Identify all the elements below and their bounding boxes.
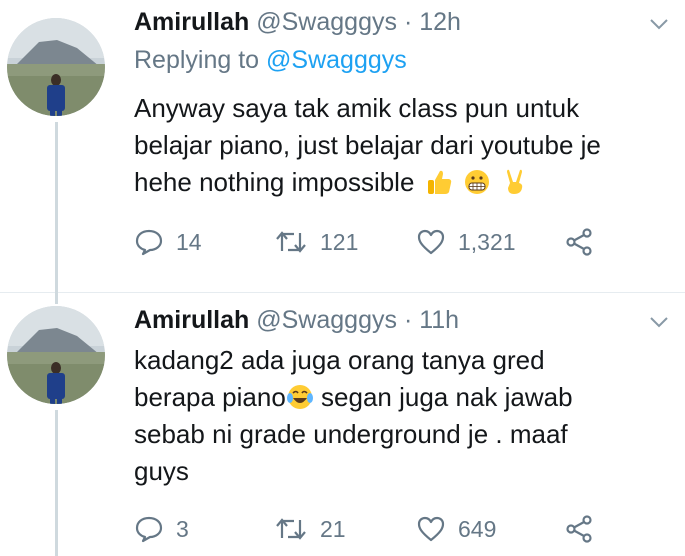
text-line: belajar piano, just belajar dari youtube… <box>134 130 601 160</box>
tweet-actions: 14 121 1,321 <box>134 227 604 257</box>
retweet-icon <box>276 231 306 253</box>
like-icon <box>417 229 445 255</box>
handle[interactable]: @Swagggys <box>256 8 397 36</box>
victory-hand-emoji <box>507 169 523 194</box>
separator-dot: · <box>403 8 413 36</box>
display-name[interactable]: Amirullah <box>134 306 249 334</box>
retweet-count: 121 <box>320 228 359 255</box>
thread-line <box>55 410 58 556</box>
chevron-down-icon[interactable] <box>647 310 671 334</box>
text-line: guys <box>134 456 189 486</box>
reply-button[interactable]: 14 <box>134 227 202 257</box>
like-button[interactable]: 649 <box>416 514 496 544</box>
text-line: Anyway saya tak amik class pun untuk <box>134 93 580 123</box>
like-icon <box>417 516 445 542</box>
display-name[interactable]: Amirullah <box>134 8 249 36</box>
text-line: hehe nothing impossible <box>134 167 415 197</box>
text-line: sebab ni grade underground je . maaf <box>134 419 568 449</box>
thread-line <box>55 122 58 292</box>
crying-laughing-emoji <box>286 385 313 409</box>
text-line-part: berapa piano <box>134 382 286 412</box>
reply-button[interactable]: 3 <box>134 514 189 544</box>
grimacing-face-emoji <box>464 170 489 194</box>
reply-count: 3 <box>176 515 189 542</box>
text-line-with-emoji: berapa piano segan juga nak jawab <box>134 379 664 416</box>
reply-icon <box>135 229 163 256</box>
chevron-down-icon[interactable] <box>647 12 671 36</box>
text-line: kadang2 ada juga orang tanya gred <box>134 345 545 375</box>
tweet-header: Amirullah @Swagggys · 12h <box>134 8 461 37</box>
replying-prefix: Replying to <box>134 46 267 74</box>
tweet-header: Amirullah @Swagggys · 11h <box>134 306 459 335</box>
tweet-actions: 3 21 649 <box>134 514 604 544</box>
like-count: 649 <box>458 515 497 542</box>
text-line-part: segan juga nak jawab <box>313 382 573 412</box>
handle[interactable]: @Swagggys <box>256 306 397 334</box>
tweet-1[interactable]: Amirullah @Swagggys · 12h Replying to @S… <box>0 0 685 292</box>
retweet-button[interactable]: 121 <box>274 227 358 257</box>
retweet-count: 21 <box>320 515 346 542</box>
timestamp[interactable]: 12h <box>419 8 461 36</box>
retweet-icon <box>276 518 306 540</box>
share-icon <box>566 515 592 543</box>
mention-link[interactable]: @Swagggys <box>266 46 407 74</box>
thumbs-up-emoji <box>427 170 451 194</box>
thread-line <box>55 292 58 304</box>
tweet-text: Anyway saya tak amik class pun untuk bel… <box>134 90 664 201</box>
avatar[interactable] <box>7 18 105 116</box>
timestamp[interactable]: 11h <box>419 306 459 334</box>
reply-count: 14 <box>176 228 202 255</box>
share-button[interactable] <box>564 514 594 544</box>
tweet-2[interactable]: Amirullah @Swagggys · 11h kadang2 ada ju… <box>0 292 685 556</box>
like-count: 1,321 <box>458 228 516 255</box>
tweet-text: kadang2 ada juga orang tanya gred berapa… <box>134 342 664 490</box>
replying-to: Replying to @Swagggys <box>134 46 407 75</box>
text-line-with-emoji: hehe nothing impossible <box>134 164 664 201</box>
avatar[interactable] <box>7 306 105 404</box>
separator-dot: · <box>403 306 413 334</box>
retweet-button[interactable]: 21 <box>274 514 346 544</box>
share-icon <box>566 228 592 256</box>
share-button[interactable] <box>564 227 594 257</box>
reply-icon <box>135 516 163 543</box>
like-button[interactable]: 1,321 <box>416 227 516 257</box>
